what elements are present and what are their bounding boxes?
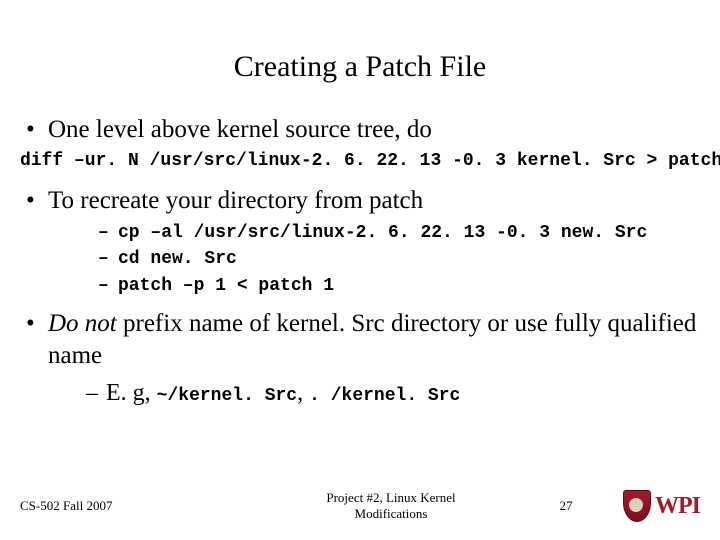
footer-page: 27 xyxy=(542,498,590,514)
slide-title: Creating a Patch File xyxy=(20,50,700,84)
sub-patch: patch –p 1 < patch 1 xyxy=(48,274,700,298)
bullet-list: One level above kernel source tree, do xyxy=(20,114,700,147)
bullet-3-rest: prefix name of kernel. Src directory or … xyxy=(48,310,696,370)
sub-cp: cp –al /usr/src/linux-2. 6. 22. 13 -0. 3… xyxy=(48,221,700,245)
footer-center-line1: Project #2, Linux Kernel xyxy=(326,490,455,505)
bullet-2: To recreate your directory from patch cp… xyxy=(20,185,700,298)
eg-code-2: . /kernel. Src xyxy=(309,386,460,406)
footer-center-line2: Modifications xyxy=(355,506,428,521)
sub-eg: E. g, ~/kernel. Src, . /kernel. Src xyxy=(48,377,700,409)
bullet-list-2: To recreate your directory from patch cp… xyxy=(20,185,700,410)
footer-logo: WPI xyxy=(590,490,700,522)
footer-left: CS-502 Fall 2007 xyxy=(20,498,240,514)
footer-center: Project #2, Linux Kernel Modifications xyxy=(240,490,542,521)
eg-comma: , xyxy=(297,380,309,406)
wpi-wordmark: WPI xyxy=(655,493,700,520)
eg-label: E. g, xyxy=(106,380,157,406)
eg-code-1: ~/kernel. Src xyxy=(157,386,297,406)
bullet-1-text: One level above kernel source tree, do xyxy=(48,116,432,143)
code-diff: diff –ur. N /usr/src/linux-2. 6. 22. 13 … xyxy=(20,151,700,171)
bullet-1: One level above kernel source tree, do xyxy=(20,114,700,147)
footer: CS-502 Fall 2007 Project #2, Linux Kerne… xyxy=(20,490,700,522)
bullet-3-emph: Do not xyxy=(48,310,117,337)
slide: Creating a Patch File One level above ke… xyxy=(0,0,720,540)
wpi-shield-icon xyxy=(623,490,651,522)
bullet-3-sublist: E. g, ~/kernel. Src, . /kernel. Src xyxy=(48,377,700,409)
bullet-3: Do not prefix name of kernel. Src direct… xyxy=(20,308,700,409)
bullet-2-sublist: cp –al /usr/src/linux-2. 6. 22. 13 -0. 3… xyxy=(48,221,700,298)
sub-cd: cd new. Src xyxy=(48,247,700,271)
bullet-2-text: To recreate your directory from patch xyxy=(48,187,423,214)
